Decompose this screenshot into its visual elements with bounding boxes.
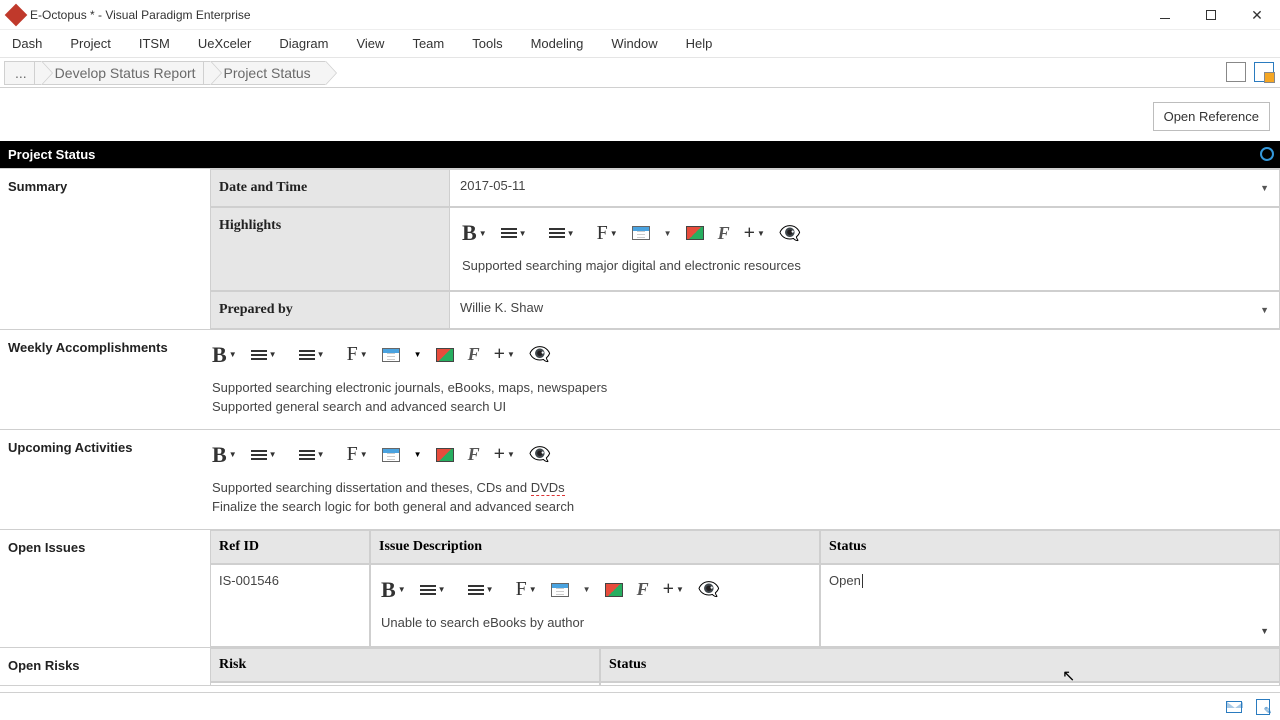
insert-icon[interactable]: +▼ [663, 578, 684, 601]
bold-icon[interactable]: B▼ [381, 577, 406, 603]
window-controls [1142, 0, 1280, 30]
risk-status-cell[interactable] [600, 682, 1280, 686]
align-icon[interactable]: ▼ [501, 226, 535, 240]
insert-icon[interactable]: +▼ [494, 343, 515, 366]
font-icon[interactable]: F▼ [347, 343, 368, 366]
image-icon[interactable] [605, 583, 623, 597]
font-icon[interactable]: F▼ [516, 578, 537, 601]
insert-icon[interactable]: +▼ [494, 443, 515, 466]
menubar: Dash Project ITSM UeXceler Diagram View … [0, 30, 1280, 58]
menu-diagram[interactable]: Diagram [279, 36, 328, 51]
menu-dash[interactable]: Dash [12, 36, 42, 51]
find-icon[interactable]: 👁‍🗨 [698, 579, 720, 600]
target-icon[interactable] [1260, 147, 1274, 161]
prepared-by-label: Prepared by [210, 291, 450, 329]
layout-icon[interactable] [1226, 62, 1246, 82]
bold-icon[interactable]: B▼ [212, 442, 237, 468]
list-icon[interactable]: ▼ [299, 348, 333, 362]
issues-header-status: Status [820, 530, 1280, 564]
find-icon[interactable]: 👁‍🗨 [779, 223, 801, 244]
issues-header-desc: Issue Description [370, 530, 820, 564]
bold-icon[interactable]: B▼ [462, 220, 487, 246]
clear-format-icon[interactable]: F [468, 444, 480, 465]
menu-uexceler[interactable]: UeXceler [198, 36, 251, 51]
open-reference-button[interactable]: Open Reference [1153, 102, 1270, 131]
minimize-button[interactable] [1142, 0, 1188, 30]
list-icon[interactable]: ▼ [468, 583, 502, 597]
table-icon[interactable] [632, 226, 650, 240]
align-icon[interactable]: ▼ [420, 583, 454, 597]
menu-modeling[interactable]: Modeling [531, 36, 584, 51]
font-icon[interactable]: F▼ [347, 443, 368, 466]
upcoming-label: Upcoming Activities [0, 430, 210, 529]
align-icon[interactable]: ▼ [251, 348, 285, 362]
menu-itsm[interactable]: ITSM [139, 36, 170, 51]
weekly-toolbar: B▼ ▼ ▼ F▼ ▼ F +▼ 👁‍🗨 [210, 338, 1280, 376]
titlebar: E-Octopus * - Visual Paradigm Enterprise [0, 0, 1280, 30]
clear-format-icon[interactable]: F [637, 579, 649, 600]
font-icon[interactable]: F▼ [597, 222, 618, 245]
bold-icon[interactable]: B▼ [212, 342, 237, 368]
menu-project[interactable]: Project [70, 36, 110, 51]
issue-refid-cell[interactable]: IS-001546 [210, 564, 370, 648]
maximize-button[interactable] [1188, 0, 1234, 30]
find-icon[interactable]: 👁‍🗨 [529, 444, 551, 465]
issue-status-cell[interactable]: Open [820, 564, 1280, 648]
upcoming-text[interactable]: Supported searching dissertation and the… [210, 476, 1280, 523]
list-icon[interactable]: ▼ [549, 226, 583, 240]
app-logo-icon [5, 3, 28, 26]
summary-label: Summary [0, 169, 210, 329]
statusbar [0, 692, 1280, 720]
table-icon[interactable] [382, 448, 400, 462]
date-time-field[interactable]: 2017-05-11 [450, 169, 1280, 207]
menu-view[interactable]: View [356, 36, 384, 51]
issue-desc-cell[interactable]: B▼ ▼ ▼ F▼ ▼ F +▼ 👁‍🗨 Unable to search eB… [370, 564, 820, 648]
issue-toolbar: B▼ ▼ ▼ F▼ ▼ F +▼ 👁‍🗨 [379, 573, 811, 611]
menu-tools[interactable]: Tools [472, 36, 502, 51]
breadcrumb-develop-status-report[interactable]: Develop Status Report [34, 61, 211, 85]
content-area[interactable]: Open Reference Project Status Summary Da… [0, 88, 1280, 686]
risks-header-risk: Risk [210, 648, 600, 682]
breadcrumb: ... Develop Status Report Project Status [0, 58, 1280, 88]
banner-title: Project Status [8, 147, 95, 162]
window-title: E-Octopus * - Visual Paradigm Enterprise [30, 8, 251, 22]
highlights-toolbar: B▼ ▼ ▼ F▼ ▼ F +▼ 👁‍🗨 [460, 216, 1269, 254]
panel-icon[interactable] [1254, 62, 1274, 82]
table-icon[interactable] [382, 348, 400, 362]
image-icon[interactable] [436, 348, 454, 362]
weekly-text[interactable]: Supported searching electronic journals,… [210, 376, 1280, 423]
clear-format-icon[interactable]: F [468, 344, 480, 365]
menu-team[interactable]: Team [412, 36, 444, 51]
weekly-label: Weekly Accomplishments [0, 330, 210, 429]
highlights-text[interactable]: Supported searching major digital and el… [460, 254, 1269, 282]
list-icon[interactable]: ▼ [299, 448, 333, 462]
align-icon[interactable]: ▼ [251, 448, 285, 462]
date-time-label: Date and Time [210, 169, 450, 207]
find-icon[interactable]: 👁‍🗨 [529, 344, 551, 365]
risk-cell[interactable] [210, 682, 600, 686]
clear-format-icon[interactable]: F [718, 223, 730, 244]
image-icon[interactable] [436, 448, 454, 462]
image-icon[interactable] [686, 226, 704, 240]
mail-icon[interactable] [1226, 701, 1242, 713]
risks-header-status: Status [600, 648, 1280, 682]
issues-header-refid: Ref ID [210, 530, 370, 564]
menu-window[interactable]: Window [611, 36, 657, 51]
prepared-by-field[interactable]: Willie K. Shaw [450, 291, 1280, 329]
highlights-label: Highlights [210, 207, 450, 291]
table-icon[interactable] [551, 583, 569, 597]
upcoming-toolbar: B▼ ▼ ▼ F▼ ▼ F +▼ 👁‍🗨 [210, 438, 1280, 476]
highlights-field[interactable]: B▼ ▼ ▼ F▼ ▼ F +▼ 👁‍🗨 Supported searching… [450, 207, 1280, 291]
menu-help[interactable]: Help [686, 36, 713, 51]
close-button[interactable] [1234, 0, 1280, 30]
edit-note-icon[interactable] [1256, 699, 1270, 715]
open-risks-label: Open Risks [0, 648, 210, 686]
insert-icon[interactable]: +▼ [744, 222, 765, 245]
open-issues-label: Open Issues [0, 530, 210, 648]
section-banner-project-status: Project Status [0, 141, 1280, 168]
